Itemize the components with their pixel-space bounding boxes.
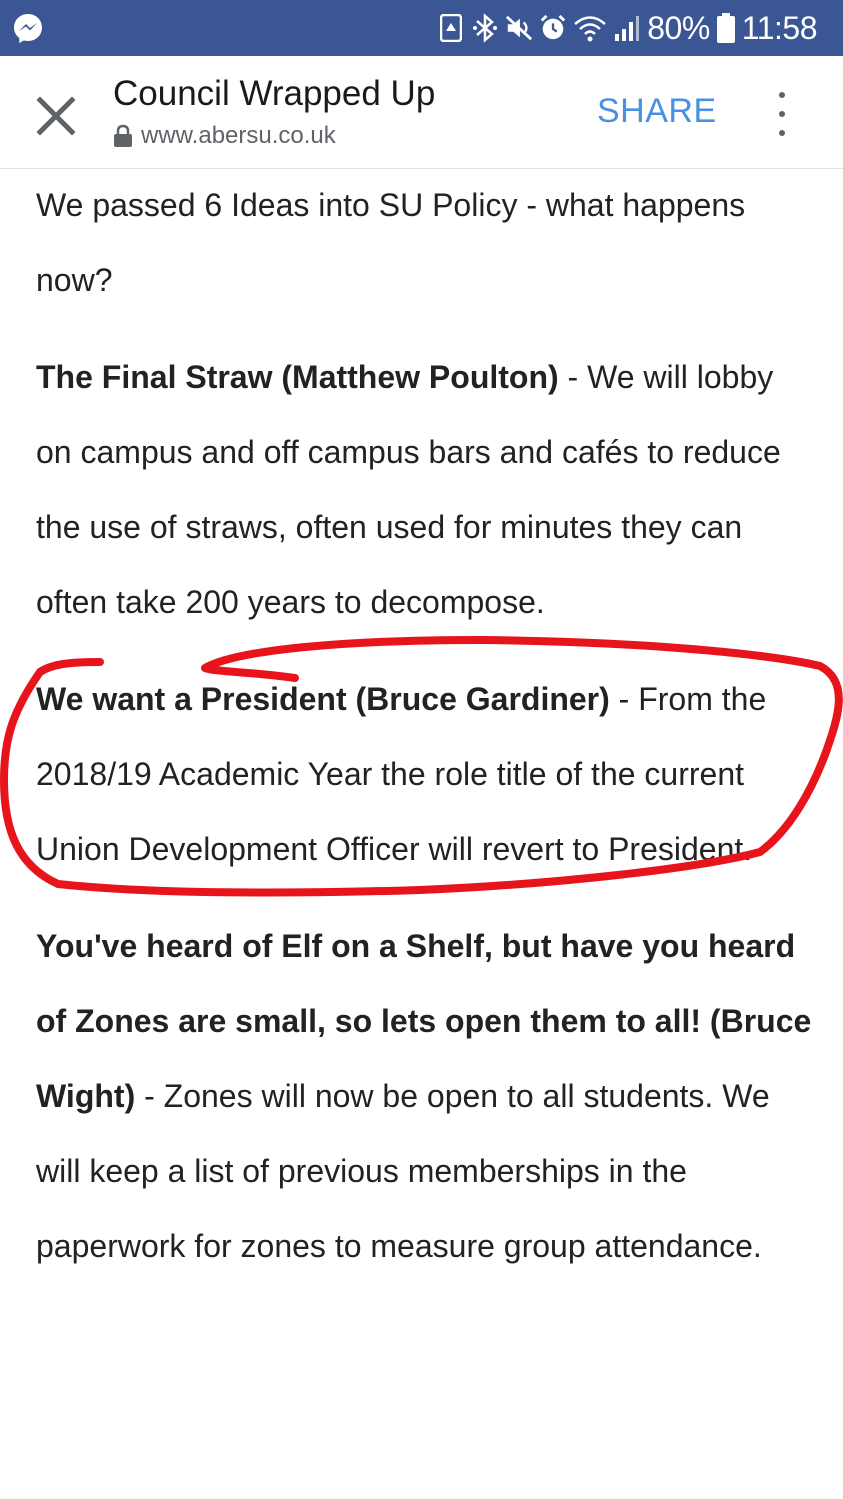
battery-percentage: 80%	[647, 10, 710, 46]
page-url: www.abersu.co.uk	[113, 122, 336, 150]
browser-toolbar: Council Wrapped Up www.abersu.co.uk SHAR…	[0, 56, 843, 169]
battery-icon	[716, 13, 736, 43]
close-icon	[36, 96, 76, 136]
idea-paragraph: You've heard of Elf on a Shelf, but have…	[36, 909, 816, 1284]
more-vertical-icon-dot	[779, 130, 785, 136]
status-indicators: 80% 11:58	[437, 0, 818, 56]
messenger-icon	[12, 12, 44, 44]
wifi-icon	[573, 13, 607, 43]
idea-paragraph: We want a President (Bruce Gardiner) - F…	[36, 662, 816, 887]
idea-paragraph: The Final Straw (Matthew Poulton) - We w…	[36, 340, 816, 640]
recycle-notification-icon	[437, 13, 465, 43]
overflow-menu-button[interactable]	[766, 92, 798, 136]
idea-body: - We will lobby on campus and off campus…	[36, 359, 781, 620]
bluetooth-icon	[471, 13, 499, 43]
signal-icon	[613, 13, 641, 43]
mute-icon	[505, 13, 533, 43]
more-vertical-icon	[779, 92, 785, 98]
more-vertical-icon-dot	[779, 111, 785, 117]
idea-title: We want a President (Bruce Gardiner)	[36, 681, 610, 717]
lock-icon	[114, 124, 132, 147]
clock: 11:58	[741, 10, 818, 46]
share-button[interactable]: SHARE	[597, 92, 717, 131]
page-title: Council Wrapped Up	[113, 74, 436, 113]
status-bar: 80% 11:58	[0, 0, 843, 56]
article-body: We passed 6 Ideas into SU Policy - what …	[36, 168, 816, 1306]
idea-title: The Final Straw (Matthew Poulton)	[36, 359, 559, 395]
close-button[interactable]	[28, 88, 84, 144]
page-url-text: www.abersu.co.uk	[141, 122, 336, 149]
idea-body: - Zones will now be open to all students…	[36, 1078, 770, 1264]
article-intro: We passed 6 Ideas into SU Policy - what …	[36, 187, 746, 298]
alarm-icon	[539, 13, 567, 43]
